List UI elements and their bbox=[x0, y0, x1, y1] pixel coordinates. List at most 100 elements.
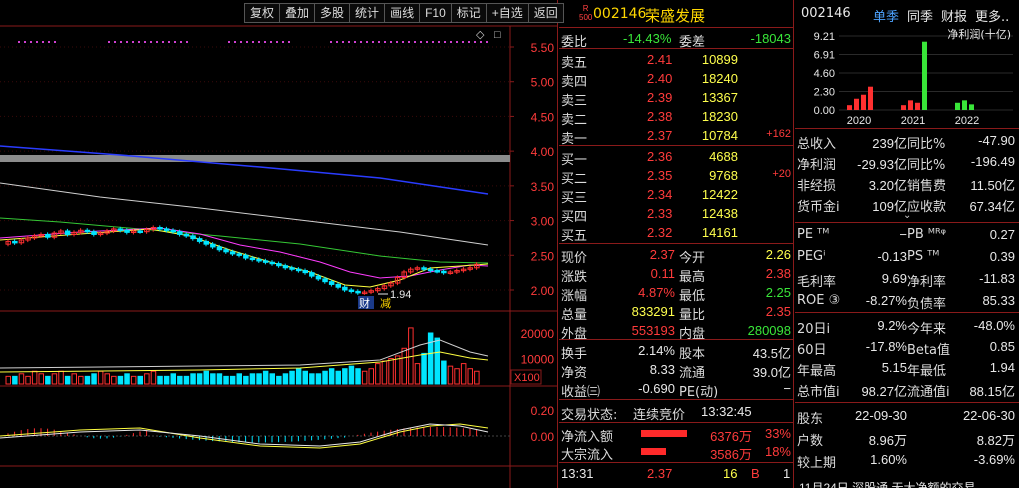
candle-body bbox=[216, 246, 223, 251]
volume-bar bbox=[124, 373, 130, 385]
fin-row-label: 销售费 bbox=[907, 179, 947, 194]
volume-bar bbox=[315, 373, 322, 385]
tick-side: B bbox=[751, 466, 760, 481]
perf-row-value: 88.15亿 bbox=[969, 384, 1015, 399]
signal-dot bbox=[186, 41, 188, 43]
toolbar-fuquan-button[interactable]: 复权 bbox=[244, 3, 280, 23]
tab-single-quarter[interactable]: 单季 bbox=[873, 6, 899, 25]
perf-row-label: 60日 bbox=[797, 343, 827, 358]
news-row[interactable]: 11月24日 深股通 无大净额的交易 bbox=[795, 478, 1019, 488]
signal-dot bbox=[36, 41, 38, 43]
buy-level-volume: 12422 bbox=[701, 187, 738, 202]
sell-level-price: 2.37 bbox=[647, 128, 673, 143]
kline-chart[interactable]: 5.50 5.00 4.50 4.00 3.50 3.00 2.50 2.00 ◇ □ 1.94 财减… bbox=[0, 0, 558, 488]
sell-level-label: 卖四 bbox=[561, 75, 588, 90]
volume-bar bbox=[243, 375, 249, 385]
y-tick-label: 6.91 bbox=[814, 49, 835, 61]
volume-bar bbox=[441, 360, 447, 385]
volume-bar bbox=[163, 375, 170, 385]
candle-body bbox=[276, 263, 282, 267]
flow-bar bbox=[641, 430, 687, 437]
volume-bar bbox=[454, 368, 460, 385]
stat-value: 0.11 bbox=[650, 266, 675, 281]
volume-bar bbox=[216, 373, 223, 385]
x-tick-label: 2020 bbox=[847, 115, 871, 127]
x-tick-label: 2022 bbox=[955, 115, 979, 127]
stat-label: 今开 bbox=[679, 251, 706, 266]
toolbar-statistics-button[interactable]: 统计 bbox=[349, 3, 385, 23]
tab-financial-report[interactable]: 财报 bbox=[941, 6, 967, 25]
toolbar-add-watchlist-button[interactable]: +自选 bbox=[485, 3, 528, 23]
signal-dot bbox=[330, 41, 332, 43]
signal-dot bbox=[48, 41, 50, 43]
buy-level-row: 买一 2.36 4688 bbox=[559, 148, 794, 168]
candle-body bbox=[315, 275, 322, 280]
valuation-row: ROE ③ -8.27% 负债率 85.33 bbox=[795, 292, 1019, 312]
buy-level-row: 买三 2.34 12422 bbox=[559, 186, 794, 206]
tick-volume: 16 bbox=[723, 466, 738, 481]
signal-dot bbox=[168, 41, 170, 43]
volume-bar bbox=[203, 370, 209, 385]
perf-row-value: 0.85 bbox=[989, 339, 1015, 354]
volume-bar bbox=[309, 373, 315, 385]
valuation-row-label: PE ᵀᴹ bbox=[797, 227, 830, 242]
toolbar-mark-button[interactable]: 标记 bbox=[450, 3, 486, 23]
sell-level-row: 卖三 2.39 13367 bbox=[559, 89, 794, 109]
flow-label: 大宗流入 bbox=[561, 448, 614, 463]
signal-dot bbox=[258, 41, 260, 43]
price-tick-label: 2.00 bbox=[531, 284, 555, 298]
toolbar-overlay-button[interactable]: 叠加 bbox=[279, 3, 315, 23]
signal-dot bbox=[354, 41, 356, 43]
stat-value: 2.37 bbox=[649, 247, 675, 262]
price-tick-label: 2.50 bbox=[531, 249, 555, 263]
candle-body bbox=[229, 251, 236, 255]
share-stat-row: 净资 8.33 流通 39.0亿 bbox=[559, 361, 794, 381]
profit-bar bbox=[861, 94, 866, 110]
perf-row: 60日 -17.8% Beta值 0.85 bbox=[795, 338, 1019, 358]
candle-body bbox=[12, 240, 18, 244]
tab-same-quarter[interactable]: 同季 bbox=[907, 6, 933, 25]
toolbar-multi-stock-button[interactable]: 多股 bbox=[314, 3, 350, 23]
profit-bar bbox=[969, 104, 974, 110]
signal-dot bbox=[42, 41, 44, 43]
candle-body bbox=[64, 230, 71, 235]
candle-body bbox=[177, 231, 183, 235]
perf-row-label: 总市值i bbox=[797, 385, 840, 400]
expand-chevron-icon[interactable]: ⌄ bbox=[903, 210, 911, 221]
f10-panel: 002146 单季 同季 财报 更多.. 9.21 6.91 4.60 2.30 0.0… bbox=[795, 0, 1019, 488]
buy-level-volume: 14161 bbox=[701, 225, 738, 240]
sell-level-volume: 10784 bbox=[701, 128, 738, 143]
toolbar-f10-button[interactable]: F10 bbox=[419, 3, 451, 23]
candle-body bbox=[91, 231, 97, 235]
signal-dot bbox=[138, 41, 140, 43]
candle-body bbox=[256, 258, 262, 262]
candle-body bbox=[421, 267, 427, 270]
volume-bar bbox=[5, 375, 11, 385]
stat-value: 4.87% bbox=[638, 285, 675, 300]
divider bbox=[559, 243, 794, 244]
flow-bar bbox=[641, 448, 666, 455]
x-tick-label: 2021 bbox=[901, 115, 925, 127]
candle-body bbox=[163, 228, 170, 231]
candle-body bbox=[84, 229, 91, 233]
volume-bar bbox=[368, 368, 374, 385]
volume-bar bbox=[18, 373, 25, 385]
volume-bar bbox=[322, 370, 328, 385]
weicha-value: -18043 bbox=[750, 31, 791, 46]
flow-amount: 3586万 bbox=[710, 447, 752, 462]
candle-body bbox=[183, 233, 190, 237]
stat-label: 最高 bbox=[679, 270, 706, 285]
toolbar-draw-line-button[interactable]: 画线 bbox=[384, 3, 420, 23]
volume-bar bbox=[447, 365, 454, 385]
profit-bar bbox=[955, 102, 960, 110]
signal-dot bbox=[336, 41, 338, 43]
tab-more[interactable]: 更多.. bbox=[975, 6, 1009, 25]
candle-body bbox=[190, 235, 196, 240]
fin-row-label: 同比% bbox=[907, 158, 946, 173]
kline-chart-pane[interactable]: 5.50 5.00 4.50 4.00 3.50 3.00 2.50 2.00 ◇ □ 1.94 财减… bbox=[0, 0, 564, 488]
candle-body bbox=[117, 228, 124, 231]
stat-label: 量比 bbox=[679, 308, 706, 323]
price-stat-row: 涨跌 0.11 最高 2.38 bbox=[559, 265, 794, 285]
fin-row-label: 同比% bbox=[907, 137, 946, 152]
signal-dot bbox=[126, 41, 128, 43]
